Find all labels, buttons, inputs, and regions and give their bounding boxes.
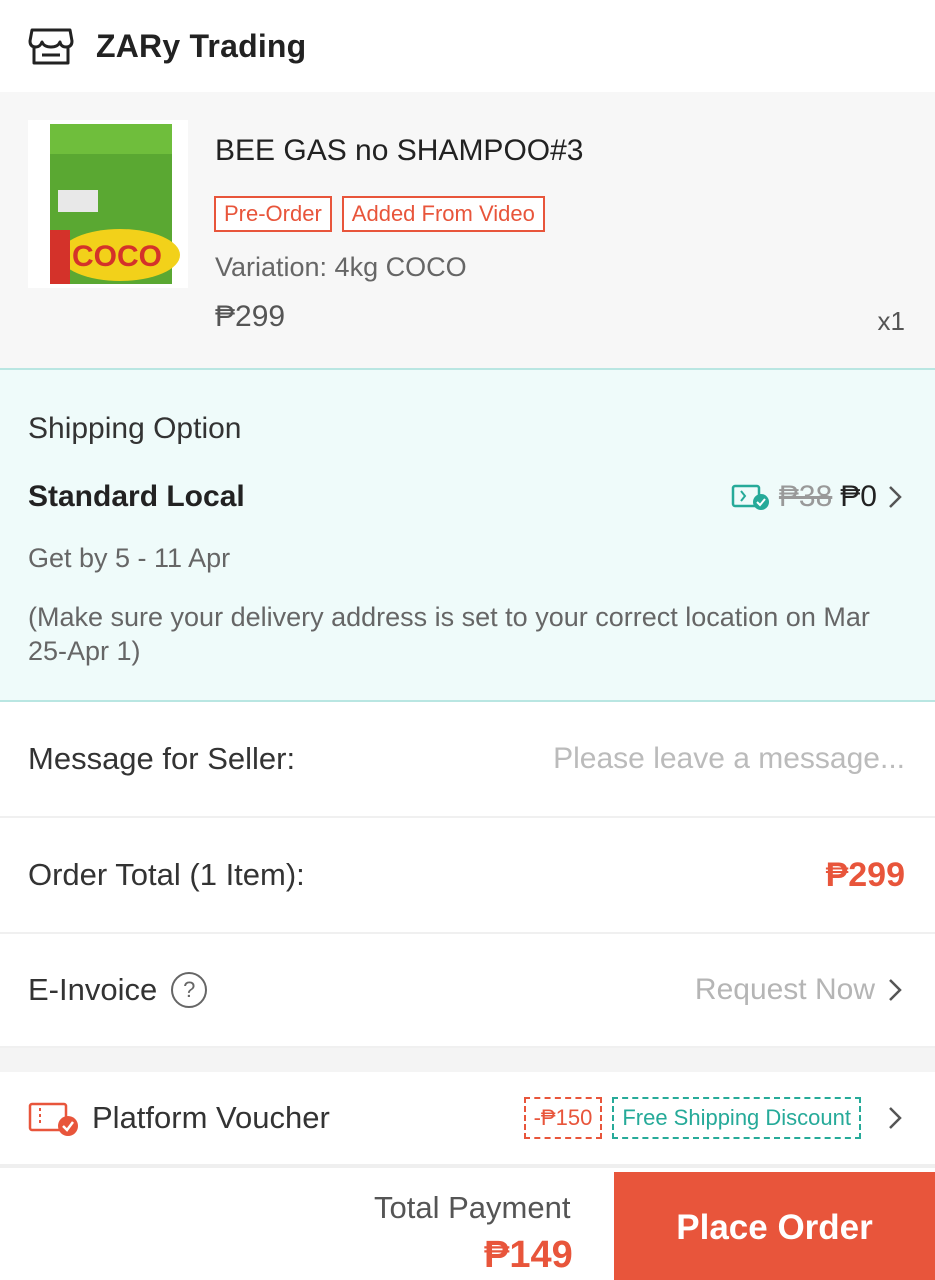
product-image-label: COCO — [72, 240, 162, 273]
message-label: Message for Seller: — [28, 741, 296, 776]
message-input[interactable] — [485, 742, 905, 776]
product-card: COCO BEE GAS no SHAMPOO#3 Pre-Order Adde… — [0, 92, 935, 368]
product-variation: Variation: 4kg COCO — [215, 252, 467, 282]
chevron-right-icon — [889, 979, 902, 1001]
total-payment-amount: ₱149 — [484, 1234, 573, 1276]
product-image[interactable]: COCO — [28, 120, 188, 288]
shop-name: ZARy Trading — [96, 27, 307, 64]
added-from-video-tag: Added From Video — [341, 196, 545, 232]
e-invoice-row[interactable]: E-Invoice ? Request Now — [0, 934, 935, 1048]
chevron-right-icon — [889, 486, 902, 508]
shipping-method: Standard Local — [28, 480, 245, 513]
product-price: ₱299 — [215, 300, 286, 333]
free-shipping-discount-chip: Free Shipping Discount — [612, 1097, 861, 1139]
free-shipping-voucher-icon — [731, 484, 769, 510]
platform-voucher-label: Platform Voucher — [92, 1100, 330, 1135]
shipping-fee-original: ₱38 — [778, 480, 833, 513]
shop-header[interactable]: ZARy Trading — [0, 0, 935, 92]
voucher-icon — [28, 1102, 78, 1136]
shipping-eta: Get by 5 - 11 Apr — [28, 543, 231, 573]
total-payment-label: Total Payment — [374, 1190, 571, 1225]
shipping-fee[interactable]: ₱38 ₱0 — [731, 480, 905, 514]
pre-order-tag: Pre-Order — [214, 196, 332, 232]
shipping-fee-current: ₱0 — [840, 480, 877, 513]
product-tags: Pre-Order Added From Video — [214, 196, 545, 232]
shipping-address-note: (Make sure your delivery address is set … — [28, 602, 870, 666]
store-icon — [28, 28, 74, 65]
checkout-bar: Total Payment ₱149 Place Order — [0, 1164, 935, 1280]
order-total-label: Order Total (1 Item): — [28, 857, 305, 892]
section-divider — [0, 1048, 935, 1072]
shipping-option-section[interactable]: Shipping Option Standard Local ₱38 ₱0 Ge… — [0, 368, 935, 702]
order-total-amount: ₱299 — [825, 855, 905, 894]
request-now-link[interactable]: Request Now — [695, 973, 875, 1007]
order-total-row: Order Total (1 Item): ₱299 — [0, 818, 935, 934]
place-order-button[interactable]: Place Order — [614, 1172, 935, 1280]
shipping-option-title: Shipping Option — [28, 412, 242, 445]
chevron-right-icon — [889, 1107, 902, 1129]
e-invoice-label: E-Invoice — [28, 972, 158, 1007]
platform-voucher-row[interactable]: Platform Voucher -₱150 Free Shipping Dis… — [0, 1072, 935, 1164]
help-icon[interactable]: ? — [171, 972, 208, 1008]
product-quantity: x1 — [877, 306, 905, 336]
voucher-discount-chip: -₱150 — [523, 1097, 603, 1139]
product-name[interactable]: BEE GAS no SHAMPOO#3 — [215, 134, 583, 168]
message-for-seller-row: Message for Seller: — [0, 702, 935, 818]
